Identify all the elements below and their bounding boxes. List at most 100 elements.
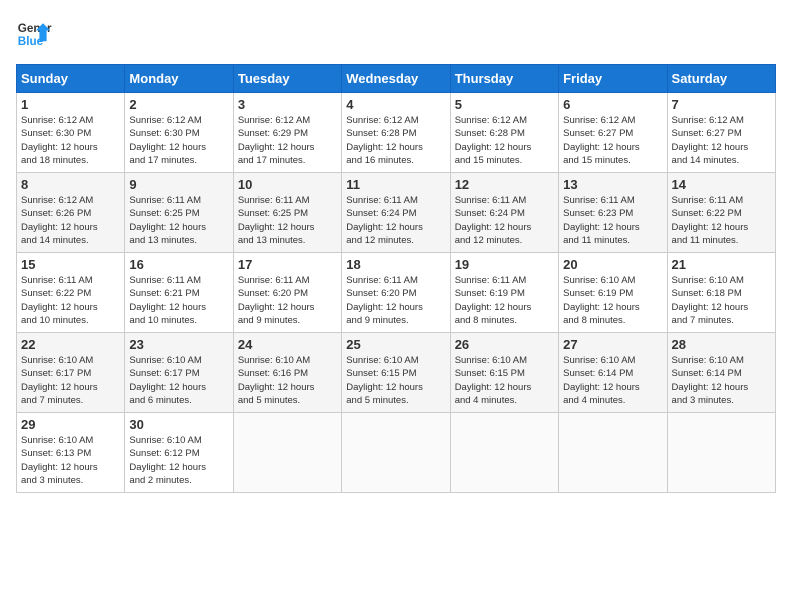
calendar-cell: 27 Sunrise: 6:10 AMSunset: 6:14 PMDayligh… bbox=[559, 333, 667, 413]
day-number: 24 bbox=[238, 337, 337, 352]
day-number: 6 bbox=[563, 97, 662, 112]
day-info: Sunrise: 6:11 AMSunset: 6:24 PMDaylight:… bbox=[455, 195, 532, 246]
day-info: Sunrise: 6:11 AMSunset: 6:20 PMDaylight:… bbox=[346, 275, 423, 326]
day-number: 23 bbox=[129, 337, 228, 352]
day-number: 19 bbox=[455, 257, 554, 272]
calendar-cell: 25 Sunrise: 6:10 AMSunset: 6:15 PMDayligh… bbox=[342, 333, 450, 413]
logo-icon: General Blue bbox=[16, 16, 52, 52]
day-header-sunday: Sunday bbox=[17, 65, 125, 93]
day-number: 13 bbox=[563, 177, 662, 192]
day-info: Sunrise: 6:12 AMSunset: 6:30 PMDaylight:… bbox=[129, 115, 206, 166]
day-info: Sunrise: 6:11 AMSunset: 6:19 PMDaylight:… bbox=[455, 275, 532, 326]
calendar-cell: 24 Sunrise: 6:10 AMSunset: 6:16 PMDayligh… bbox=[233, 333, 341, 413]
day-header-tuesday: Tuesday bbox=[233, 65, 341, 93]
calendar-cell: 18 Sunrise: 6:11 AMSunset: 6:20 PMDayligh… bbox=[342, 253, 450, 333]
calendar-cell: 11 Sunrise: 6:11 AMSunset: 6:24 PMDayligh… bbox=[342, 173, 450, 253]
calendar-cell: 9 Sunrise: 6:11 AMSunset: 6:25 PMDaylight… bbox=[125, 173, 233, 253]
day-info: Sunrise: 6:10 AMSunset: 6:15 PMDaylight:… bbox=[455, 355, 532, 406]
calendar-cell bbox=[233, 413, 341, 493]
calendar-cell: 10Sunrise: 6:11 AMSunset: 6:25 PMDayligh… bbox=[233, 173, 341, 253]
day-number: 25 bbox=[346, 337, 445, 352]
day-number: 21 bbox=[672, 257, 771, 272]
day-number: 1 bbox=[21, 97, 120, 112]
day-number: 9 bbox=[129, 177, 228, 192]
day-number: 22 bbox=[21, 337, 120, 352]
calendar-cell: 14Sunrise: 6:11 AMSunset: 6:22 PMDayligh… bbox=[667, 173, 775, 253]
page-header: General Blue bbox=[16, 16, 776, 52]
calendar-cell: 4 Sunrise: 6:12 AMSunset: 6:28 PMDaylight… bbox=[342, 93, 450, 173]
day-number: 7 bbox=[672, 97, 771, 112]
calendar-cell: 23Sunrise: 6:10 AMSunset: 6:17 PMDayligh… bbox=[125, 333, 233, 413]
day-number: 15 bbox=[21, 257, 120, 272]
day-info: Sunrise: 6:12 AMSunset: 6:28 PMDaylight:… bbox=[346, 115, 423, 166]
day-number: 11 bbox=[346, 177, 445, 192]
day-info: Sunrise: 6:12 AMSunset: 6:28 PMDaylight:… bbox=[455, 115, 532, 166]
day-info: Sunrise: 6:12 AMSunset: 6:26 PMDaylight:… bbox=[21, 195, 98, 246]
day-number: 5 bbox=[455, 97, 554, 112]
day-number: 27 bbox=[563, 337, 662, 352]
calendar-cell: 7 Sunrise: 6:12 AMSunset: 6:27 PMDaylight… bbox=[667, 93, 775, 173]
day-info: Sunrise: 6:11 AMSunset: 6:22 PMDaylight:… bbox=[21, 275, 98, 326]
calendar-cell: 16 Sunrise: 6:11 AMSunset: 6:21 PMDayligh… bbox=[125, 253, 233, 333]
calendar-cell: 1 Sunrise: 6:12 AMSunset: 6:30 PMDaylight… bbox=[17, 93, 125, 173]
day-info: Sunrise: 6:10 AMSunset: 6:12 PMDaylight:… bbox=[129, 435, 206, 486]
day-number: 29 bbox=[21, 417, 120, 432]
day-info: Sunrise: 6:10 AMSunset: 6:14 PMDaylight:… bbox=[563, 355, 640, 406]
day-info: Sunrise: 6:11 AMSunset: 6:23 PMDaylight:… bbox=[563, 195, 640, 246]
day-header-friday: Friday bbox=[559, 65, 667, 93]
day-info: Sunrise: 6:11 AMSunset: 6:20 PMDaylight:… bbox=[238, 275, 315, 326]
calendar-cell: 6 Sunrise: 6:12 AMSunset: 6:27 PMDaylight… bbox=[559, 93, 667, 173]
day-info: Sunrise: 6:11 AMSunset: 6:22 PMDaylight:… bbox=[672, 195, 749, 246]
calendar-table: SundayMondayTuesdayWednesdayThursdayFrid… bbox=[16, 64, 776, 493]
calendar-cell: 17Sunrise: 6:11 AMSunset: 6:20 PMDayligh… bbox=[233, 253, 341, 333]
calendar-cell bbox=[342, 413, 450, 493]
day-info: Sunrise: 6:11 AMSunset: 6:25 PMDaylight:… bbox=[129, 195, 206, 246]
day-info: Sunrise: 6:11 AMSunset: 6:25 PMDaylight:… bbox=[238, 195, 315, 246]
calendar-row: 1 Sunrise: 6:12 AMSunset: 6:30 PMDaylight… bbox=[17, 93, 776, 173]
day-info: Sunrise: 6:10 AMSunset: 6:19 PMDaylight:… bbox=[563, 275, 640, 326]
calendar-cell: 2 Sunrise: 6:12 AMSunset: 6:30 PMDaylight… bbox=[125, 93, 233, 173]
calendar-cell: 21 Sunrise: 6:10 AMSunset: 6:18 PMDayligh… bbox=[667, 253, 775, 333]
day-info: Sunrise: 6:12 AMSunset: 6:29 PMDaylight:… bbox=[238, 115, 315, 166]
day-info: Sunrise: 6:10 AMSunset: 6:16 PMDaylight:… bbox=[238, 355, 315, 406]
day-info: Sunrise: 6:12 AMSunset: 6:27 PMDaylight:… bbox=[672, 115, 749, 166]
day-number: 30 bbox=[129, 417, 228, 432]
calendar-cell: 30 Sunrise: 6:10 AMSunset: 6:12 PMDayligh… bbox=[125, 413, 233, 493]
calendar-cell: 19 Sunrise: 6:11 AMSunset: 6:19 PMDayligh… bbox=[450, 253, 558, 333]
day-info: Sunrise: 6:10 AMSunset: 6:15 PMDaylight:… bbox=[346, 355, 423, 406]
calendar-cell bbox=[667, 413, 775, 493]
day-number: 18 bbox=[346, 257, 445, 272]
day-info: Sunrise: 6:12 AMSunset: 6:27 PMDaylight:… bbox=[563, 115, 640, 166]
calendar-row: 15 Sunrise: 6:11 AMSunset: 6:22 PMDayligh… bbox=[17, 253, 776, 333]
calendar-cell: 26 Sunrise: 6:10 AMSunset: 6:15 PMDayligh… bbox=[450, 333, 558, 413]
day-number: 12 bbox=[455, 177, 554, 192]
day-number: 16 bbox=[129, 257, 228, 272]
day-header-monday: Monday bbox=[125, 65, 233, 93]
day-number: 8 bbox=[21, 177, 120, 192]
day-info: Sunrise: 6:10 AMSunset: 6:14 PMDaylight:… bbox=[672, 355, 749, 406]
day-info: Sunrise: 6:12 AMSunset: 6:30 PMDaylight:… bbox=[21, 115, 98, 166]
day-number: 20 bbox=[563, 257, 662, 272]
day-info: Sunrise: 6:10 AMSunset: 6:17 PMDaylight:… bbox=[21, 355, 98, 406]
day-header-wednesday: Wednesday bbox=[342, 65, 450, 93]
calendar-cell: 22 Sunrise: 6:10 AMSunset: 6:17 PMDayligh… bbox=[17, 333, 125, 413]
day-number: 3 bbox=[238, 97, 337, 112]
calendar-cell: 15 Sunrise: 6:11 AMSunset: 6:22 PMDayligh… bbox=[17, 253, 125, 333]
calendar-row: 8 Sunrise: 6:12 AMSunset: 6:26 PMDaylight… bbox=[17, 173, 776, 253]
calendar-cell: 12 Sunrise: 6:11 AMSunset: 6:24 PMDayligh… bbox=[450, 173, 558, 253]
calendar-cell bbox=[450, 413, 558, 493]
calendar-cell: 13 Sunrise: 6:11 AMSunset: 6:23 PMDayligh… bbox=[559, 173, 667, 253]
day-info: Sunrise: 6:11 AMSunset: 6:21 PMDaylight:… bbox=[129, 275, 206, 326]
day-number: 4 bbox=[346, 97, 445, 112]
calendar-cell: 8 Sunrise: 6:12 AMSunset: 6:26 PMDaylight… bbox=[17, 173, 125, 253]
calendar-cell: 20 Sunrise: 6:10 AMSunset: 6:19 PMDayligh… bbox=[559, 253, 667, 333]
calendar-row: 29Sunrise: 6:10 AMSunset: 6:13 PMDayligh… bbox=[17, 413, 776, 493]
day-info: Sunrise: 6:10 AMSunset: 6:18 PMDaylight:… bbox=[672, 275, 749, 326]
day-number: 26 bbox=[455, 337, 554, 352]
calendar-cell: 5 Sunrise: 6:12 AMSunset: 6:28 PMDaylight… bbox=[450, 93, 558, 173]
calendar-cell: 3 Sunrise: 6:12 AMSunset: 6:29 PMDaylight… bbox=[233, 93, 341, 173]
day-header-saturday: Saturday bbox=[667, 65, 775, 93]
day-info: Sunrise: 6:11 AMSunset: 6:24 PMDaylight:… bbox=[346, 195, 423, 246]
day-number: 2 bbox=[129, 97, 228, 112]
calendar-row: 22 Sunrise: 6:10 AMSunset: 6:17 PMDayligh… bbox=[17, 333, 776, 413]
